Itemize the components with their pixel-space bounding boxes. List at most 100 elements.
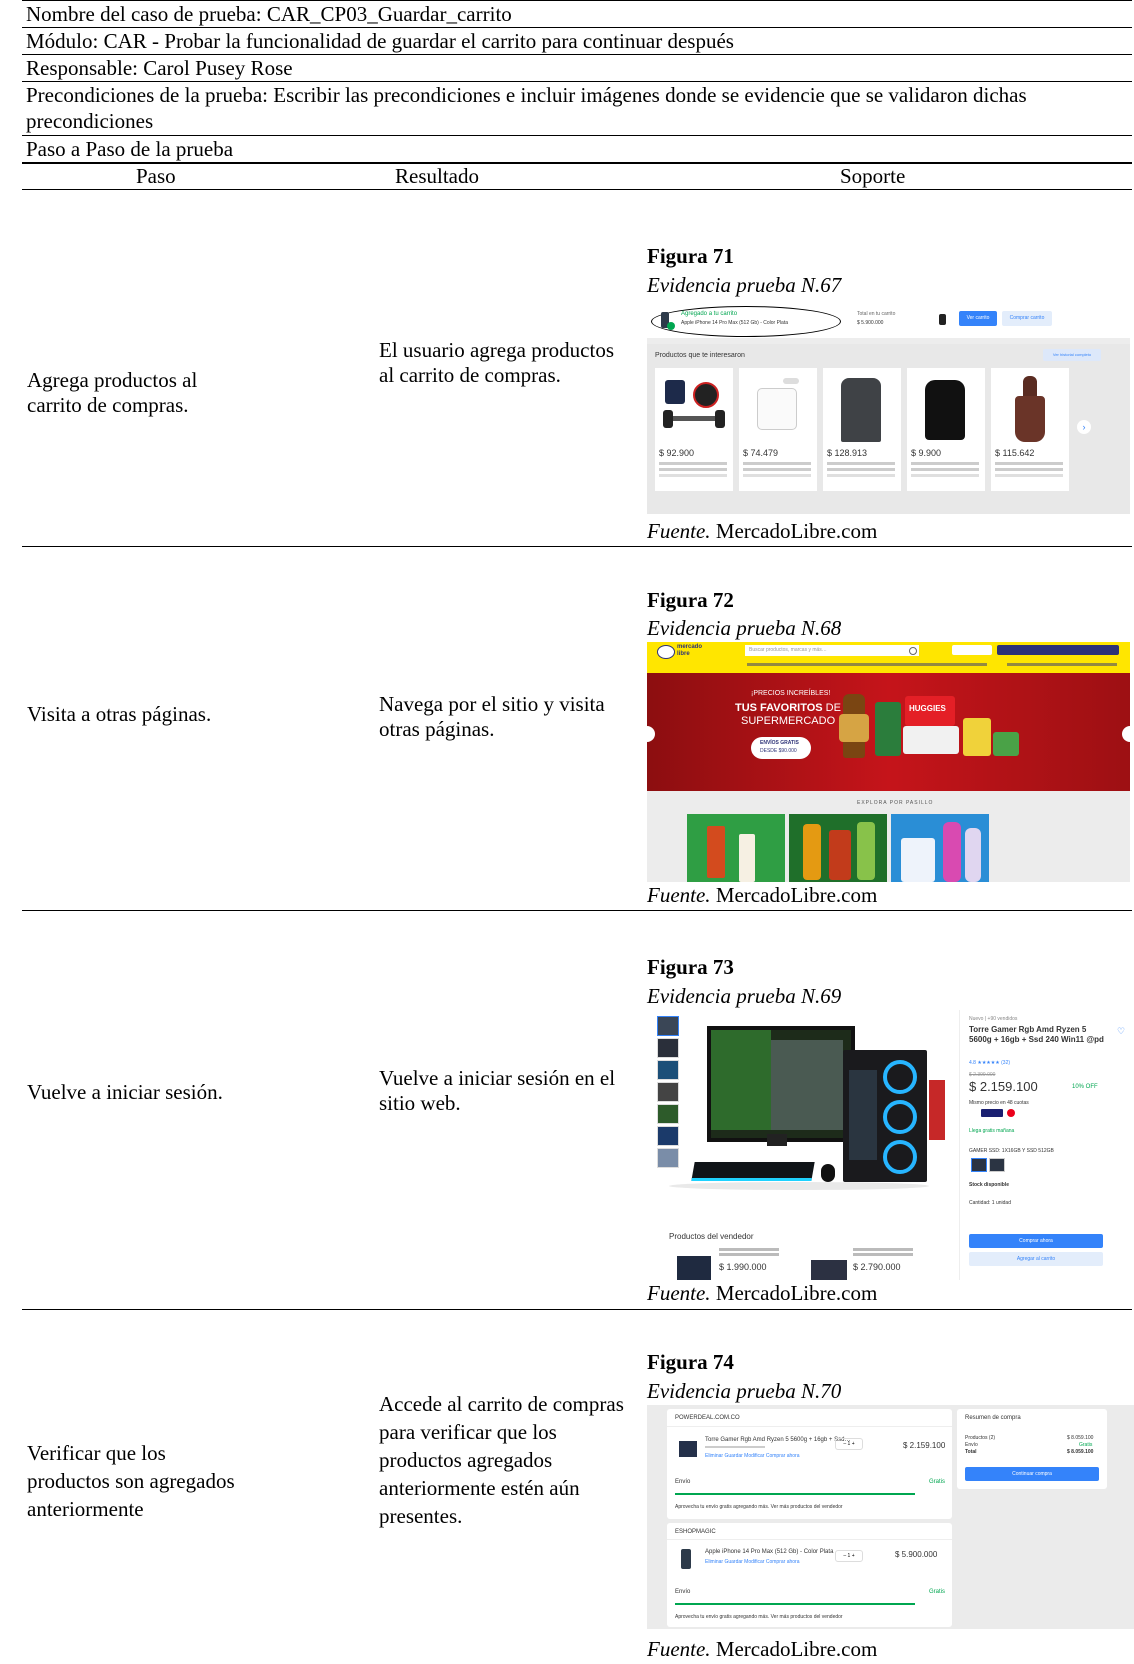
summary-shipping-value: Gratis	[1079, 1442, 1093, 1448]
module-row: Módulo: CAR - Probar la funcionalidad de…	[26, 29, 734, 53]
figure-72-source: Fuente. MercadoLibre.com	[647, 883, 878, 907]
column-header-result: Resultado	[395, 164, 479, 188]
figure-71-number: Figura 71	[647, 244, 734, 268]
summary-products-label: Productos (2)	[965, 1435, 996, 1441]
owner-row: Responsable: Carol Pusey Rose	[26, 56, 293, 80]
variant-option[interactable]	[989, 1158, 1005, 1172]
figure-73-number: Figura 73	[647, 955, 734, 979]
seller-product-image	[811, 1260, 847, 1280]
promo-text[interactable]: Aprovecha tu envío gratis agregando más.…	[675, 1614, 843, 1620]
condition: Nuevo | +90 vendidos	[969, 1016, 1018, 1022]
section-title: Productos que te interesaron	[655, 352, 745, 359]
cart-item-image	[681, 1549, 691, 1569]
product-card[interactable]: $ 74.479	[739, 368, 817, 491]
variant-option[interactable]	[971, 1158, 987, 1172]
column-header-support: Soporte	[840, 164, 906, 188]
summary-total-value: $ 8.059.100	[1067, 1449, 1094, 1455]
detergent-image	[875, 702, 901, 756]
heart-icon[interactable]: ♡	[1117, 1026, 1125, 1037]
added-item: Apple iPhone 14 Pro Max (512 Gb) - Color…	[681, 320, 788, 326]
divider	[22, 162, 1132, 164]
seller-1-name: POWERDEAL.COM.CO	[675, 1415, 740, 1421]
promo-banner-top	[997, 645, 1119, 655]
aisle-tile-cleaning[interactable]	[891, 814, 989, 882]
carousel-next-icon[interactable]: ›	[1077, 420, 1091, 434]
product-card[interactable]: $ 9.900	[907, 368, 985, 491]
aisle-tile-beverages[interactable]	[789, 814, 887, 882]
product-card[interactable]: $ 92.900	[655, 368, 733, 491]
pill-line-2: DESDE $90.000	[760, 748, 797, 754]
seller-product-price: $ 1.990.000	[719, 1262, 767, 1272]
seller-product-price: $ 2.790.000	[853, 1262, 901, 1272]
pill-line-1: ENVÍOS GRATIS	[760, 740, 799, 746]
column-header-step: Paso	[136, 164, 176, 188]
shipping-label: Envío	[675, 1589, 691, 1595]
preconditions-row: Precondiciones de la prueba: Escribir la…	[26, 83, 1027, 133]
quantity[interactable]: Cantidad: 1 unidad	[969, 1200, 1011, 1206]
old-price: $ 2.399.000	[969, 1072, 996, 1078]
dress-image	[995, 372, 1065, 444]
gallery-thumbnail[interactable]	[657, 1126, 679, 1146]
variant: GAMER SSD: 1X16GB Y SSD 512GB	[969, 1148, 1054, 1154]
aisle-tile-personal-care[interactable]	[687, 814, 785, 882]
shipping-progress	[675, 1603, 915, 1605]
gallery-thumbnail[interactable]	[657, 1038, 679, 1058]
phone-icon	[939, 314, 946, 325]
cart-item-actions[interactable]: Eliminar Guardar Modificar Comprar ahora	[705, 1453, 799, 1459]
gallery-thumbnail[interactable]	[657, 1104, 679, 1124]
quantity-stepper[interactable]: – 1 +	[835, 1438, 863, 1450]
logo-bottom: libre	[677, 651, 690, 657]
figure-74-number: Figura 74	[647, 1350, 734, 1374]
figure-74-source: Fuente. MercadoLibre.com	[647, 1637, 878, 1661]
search-icon[interactable]	[909, 647, 917, 655]
cart-item-title[interactable]: Torre Gamer Rgb Amd Ryzen 5 5600g + 16gb…	[705, 1437, 850, 1443]
banner-title: TUS FAVORITOS DE	[735, 702, 841, 714]
banner-small-text: ¡PRECIOS INCREÍBLES!	[751, 690, 831, 697]
cart-item-title[interactable]: Apple iPhone 14 Pro Max (512 Gb) - Color…	[705, 1549, 833, 1555]
gallery-thumbnail[interactable]	[657, 1016, 679, 1036]
dumbbell-image	[659, 372, 729, 444]
search-input[interactable]: Buscar productos, marcas y más…	[745, 645, 919, 656]
check-icon	[667, 322, 675, 330]
cart-item-actions[interactable]: Eliminar Guardar Modificar Comprar ahora	[705, 1559, 799, 1565]
continue-purchase-button[interactable]: Continuar compra	[965, 1467, 1099, 1481]
seller-products-title: Productos del vendedor	[669, 1232, 754, 1241]
buy-now-button[interactable]: Comprar ahora	[969, 1234, 1103, 1248]
nav-account-links	[1007, 663, 1117, 666]
monitor-image	[707, 1026, 855, 1142]
quantity-stepper[interactable]: – 1 +	[835, 1550, 863, 1562]
cart-item-price: $ 2.159.100	[903, 1441, 946, 1450]
product-title: Torre Gamer Rgb Amd Ryzen 5 5600g + 16gb…	[969, 1025, 1104, 1044]
row-3-result: Vuelve a iniciar sesión en el sitio web.	[379, 1066, 616, 1115]
gallery-thumbnail[interactable]	[657, 1082, 679, 1102]
sweater-image	[827, 372, 897, 444]
figure-74-title: Evidencia prueba N.70	[647, 1379, 842, 1403]
cart-item-image	[679, 1441, 697, 1457]
keyboard-image	[691, 1162, 815, 1181]
history-link[interactable]: Ver historial completo	[1043, 349, 1101, 361]
gallery-thumbnail[interactable]	[657, 1060, 679, 1080]
buy-cart-button[interactable]: Comprar carrito	[1002, 311, 1052, 326]
brand-label: HUGGIES	[909, 704, 946, 713]
row-4-step: Verificar que los productos son agregado…	[27, 1441, 235, 1521]
row-divider	[22, 546, 1132, 547]
screenshot-supermarket: mercado libre Buscar productos, marcas y…	[647, 642, 1130, 882]
screenshot-cart: POWERDEAL.COM.CO Torre Gamer Rgb Amd Ryz…	[647, 1405, 1134, 1629]
add-to-cart-button[interactable]: Agregar al carrito	[969, 1252, 1103, 1266]
seller-product-image	[677, 1256, 711, 1280]
gallery-thumbnail[interactable]	[657, 1148, 679, 1168]
promo-text[interactable]: Aprovecha tu envío gratis agregando más.…	[675, 1504, 843, 1510]
product-card[interactable]: $ 128.913	[823, 368, 901, 491]
product-card[interactable]: $ 115.642	[991, 368, 1069, 491]
figure-73-source: Fuente. MercadoLibre.com	[647, 1281, 878, 1305]
screenshot-product-page: Productos del vendedor $ 1.990.000 $ 2.7…	[647, 1010, 1130, 1280]
summary-total-label: Total	[965, 1449, 977, 1455]
figure-72-title: Evidencia prueba N.68	[647, 616, 842, 640]
shipping-value: Gratis	[929, 1589, 946, 1595]
product-price: $ 9.900	[911, 448, 942, 458]
divider	[22, 189, 1132, 190]
row-1-step: Agrega productos al carrito de compras.	[27, 368, 198, 417]
see-cart-button[interactable]: Ver carrito	[959, 311, 997, 326]
shipping-progress	[675, 1493, 915, 1495]
figure-71-title: Evidencia prueba N.67	[647, 273, 842, 297]
